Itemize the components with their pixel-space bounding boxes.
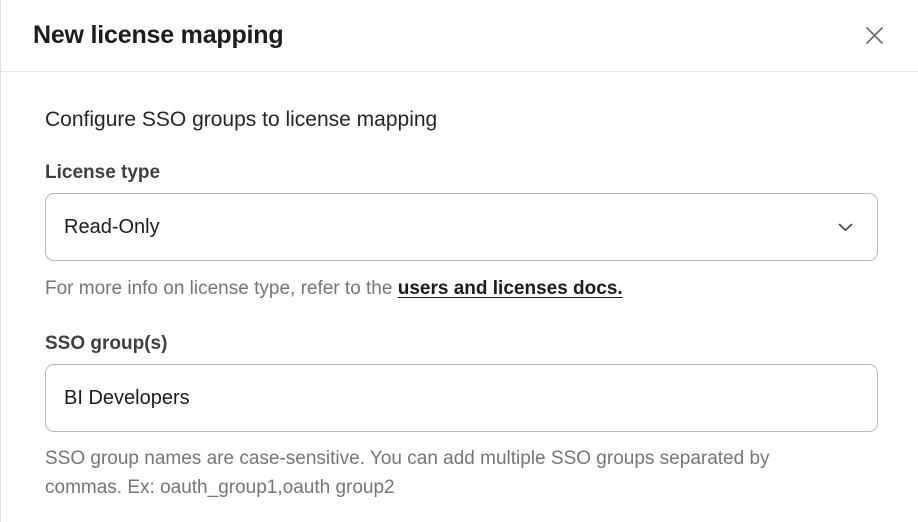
chevron-down-icon bbox=[838, 223, 853, 232]
license-type-select[interactable]: Read-Only bbox=[45, 193, 878, 261]
users-and-licenses-docs-link[interactable]: users and licenses docs. bbox=[398, 278, 623, 299]
close-button[interactable] bbox=[857, 18, 892, 53]
license-type-label: License type bbox=[45, 162, 878, 184]
sso-groups-label: SSO group(s) bbox=[45, 333, 878, 355]
license-type-selected-value: Read-Only bbox=[64, 216, 160, 239]
sso-groups-helper: SSO group names are case-sensitive. You … bbox=[45, 444, 825, 502]
modal-body: Configure SSO groups to license mapping … bbox=[1, 72, 918, 502]
sso-groups-field: SSO group(s) SSO group names are case-se… bbox=[45, 333, 878, 502]
section-title: Configure SSO groups to license mapping bbox=[45, 108, 878, 132]
license-type-helper-text: For more info on license type, refer to … bbox=[45, 278, 398, 299]
modal-title: New license mapping bbox=[33, 21, 283, 50]
license-type-field: License type Read-Only For more info on … bbox=[45, 162, 878, 303]
x-icon bbox=[861, 22, 888, 49]
sso-groups-input[interactable] bbox=[45, 364, 878, 432]
license-type-helper: For more info on license type, refer to … bbox=[45, 274, 878, 303]
modal-header: New license mapping bbox=[1, 0, 918, 72]
